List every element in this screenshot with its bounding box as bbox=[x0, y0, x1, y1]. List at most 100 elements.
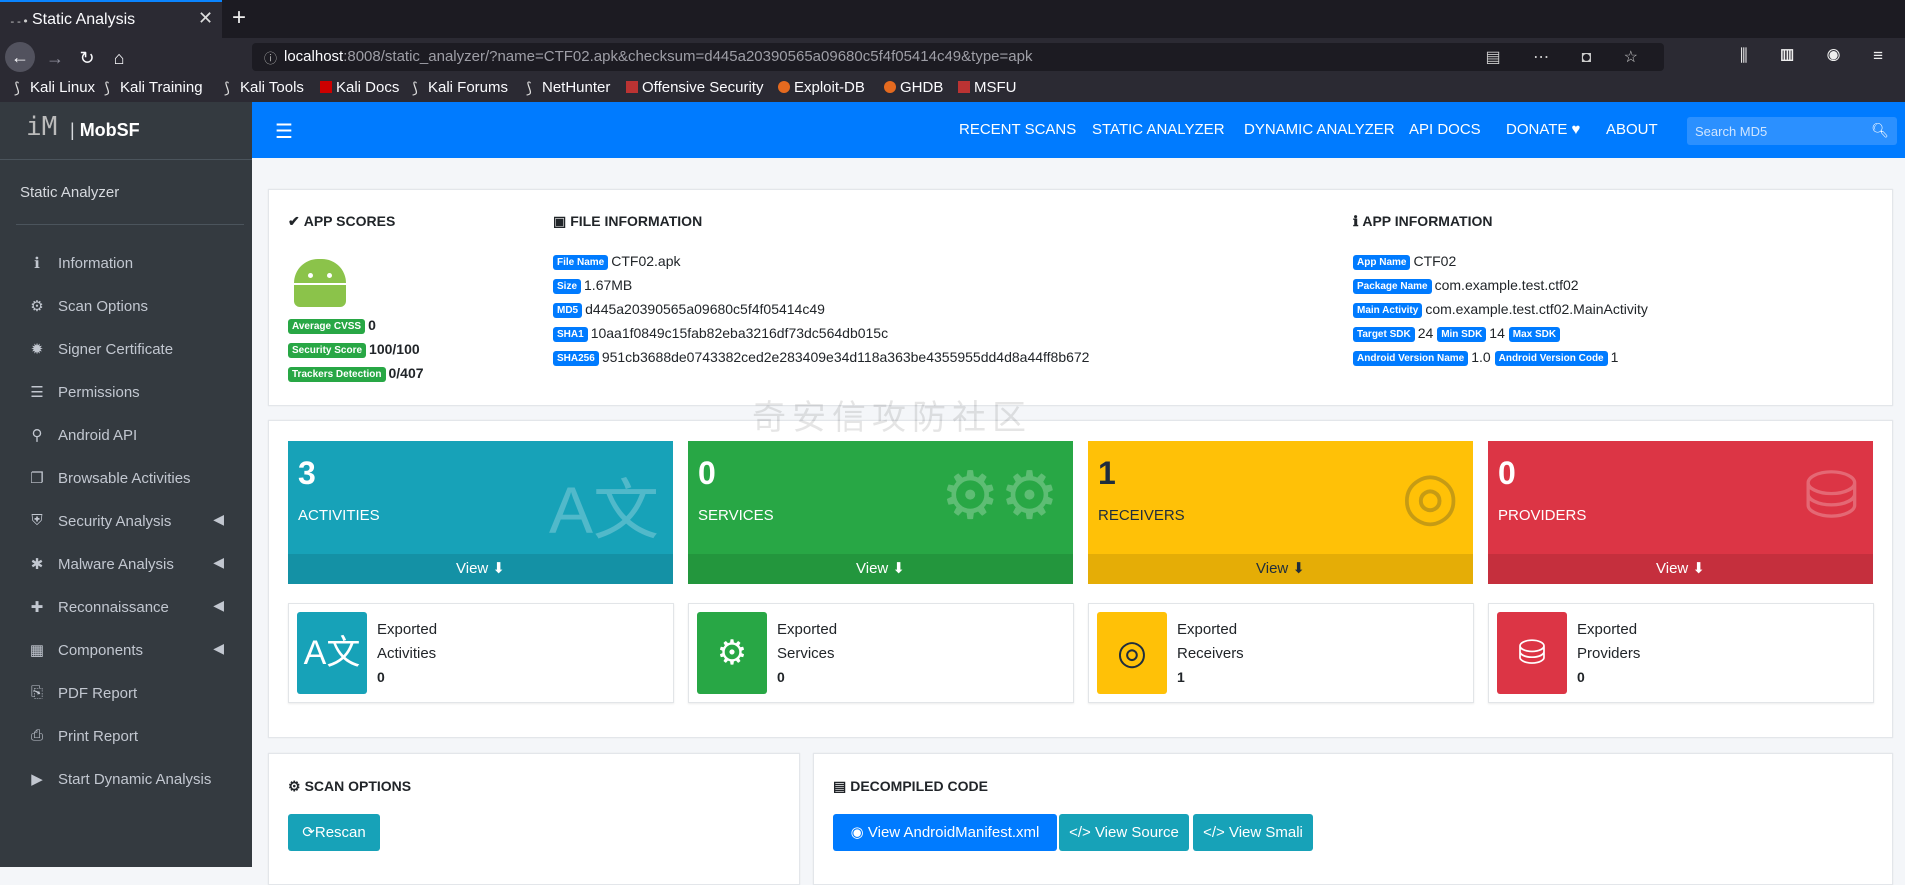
rescan-button[interactable]: ⟳Rescan bbox=[288, 814, 380, 851]
bookmark-kali-docs[interactable]: Kali Docs bbox=[320, 79, 399, 96]
bookmark-kali-tools[interactable]: ⟆ Kali Tools bbox=[224, 79, 304, 97]
bookmark-kali-forums[interactable]: ⟆ Kali Forums bbox=[412, 79, 508, 97]
new-tab-button[interactable]: + bbox=[232, 4, 246, 32]
bookmark-msfu[interactable]: MSFU bbox=[958, 79, 1017, 96]
nav-about[interactable]: ABOUT bbox=[1606, 121, 1658, 138]
sidebar-item-print-report[interactable]: ⎙ Print Report bbox=[28, 722, 248, 752]
target-sdk-value: 24 bbox=[1417, 325, 1434, 341]
sidebar-item-label: Scan Options bbox=[58, 298, 149, 315]
bookmarks-bar: ⟆ Kali Linux ⟆ Kali Training ⟆ Kali Tools K… bbox=[0, 76, 1905, 102]
reload-icon[interactable]: ↻ bbox=[74, 45, 100, 71]
min-sdk-value: 14 bbox=[1489, 325, 1505, 341]
sidebar-item-browsable-activities[interactable]: ❐ Browsable Activities bbox=[28, 464, 248, 494]
sidebar-item-reconnaissance[interactable]: ✚ Reconnaissance ◀ bbox=[28, 593, 248, 623]
sidebar-item-start-dynamic-analysis[interactable]: ▶ Start Dynamic Analysis bbox=[28, 765, 248, 795]
print-icon: ⎙ bbox=[30, 727, 43, 744]
sidebar-item-signer-certificate[interactable]: ✹ Signer Certificate bbox=[28, 335, 248, 365]
arrow-circle-down-icon: ⬇ bbox=[892, 560, 905, 577]
sha256-value: 951cb3688de0743382ced2e283409e34d118a363… bbox=[601, 349, 1090, 365]
sidebar-item-pdf-report[interactable]: ⎘ PDF Report bbox=[28, 679, 248, 709]
brand[interactable]: iM | MobSF bbox=[0, 102, 252, 160]
list-icon: ☰ bbox=[30, 384, 44, 401]
version-code-badge: Android Version Code bbox=[1494, 351, 1608, 366]
tab-favicon-icon: --• bbox=[9, 15, 29, 28]
sidebar-item-scan-options[interactable]: ⚙ Scan Options bbox=[28, 292, 248, 322]
android-logo-icon bbox=[294, 255, 346, 307]
nav-donate[interactable]: DONATE ♥ bbox=[1506, 121, 1580, 138]
site-info-icon[interactable]: ⓘ bbox=[264, 48, 277, 67]
bookmark-kali-linux[interactable]: ⟆ Kali Linux bbox=[14, 79, 95, 97]
view-source-button[interactable]: </> View Source bbox=[1059, 814, 1189, 851]
hamburger-menu-icon[interactable]: ☰ bbox=[275, 119, 293, 144]
sha256-badge: SHA256 bbox=[553, 351, 599, 366]
home-icon[interactable]: ⌂ bbox=[106, 45, 132, 71]
exported-services-box: ⚙ Exported Services 0 bbox=[688, 603, 1074, 703]
brand-name: | MobSF bbox=[70, 120, 140, 141]
nav-recent-scans[interactable]: RECENT SCANS bbox=[959, 121, 1076, 138]
version-code-value: 1 bbox=[1610, 349, 1619, 365]
android-head bbox=[294, 259, 346, 283]
main-activity-value: com.example.test.ctf02.MainActivity bbox=[1425, 301, 1648, 317]
bookmark-nethunter[interactable]: ⟆ NetHunter bbox=[526, 79, 610, 97]
providers-stat-box: 0 PROVIDERS ⛁ View ⬇ bbox=[1488, 441, 1873, 584]
sidebar-item-label: Permissions bbox=[58, 384, 140, 401]
kali-dragon-icon: ⟆ bbox=[224, 80, 230, 97]
arrow-circle-down-icon: ⬇ bbox=[492, 560, 505, 577]
bookmark-ghdb[interactable]: GHDB bbox=[884, 79, 943, 96]
sidebar-item-malware-analysis[interactable]: ✱ Malware Analysis ◀ bbox=[28, 550, 248, 580]
nav-static-analyzer[interactable]: STATIC ANALYZER bbox=[1092, 121, 1225, 138]
url-bar-actions[interactable]: ▤ ⋯ ◘ ☆ bbox=[1486, 47, 1652, 67]
kali-dragon-icon: ⟆ bbox=[14, 80, 20, 97]
view-label: View bbox=[456, 560, 489, 577]
browser-tab[interactable]: --• Static Analysis ✕ bbox=[0, 0, 222, 38]
bookmark-kali-training[interactable]: ⟆ Kali Training bbox=[104, 79, 203, 97]
bookmark-exploit-db[interactable]: Exploit-DB bbox=[778, 79, 865, 96]
search-input[interactable] bbox=[1687, 117, 1867, 145]
exported-type: Activities bbox=[377, 645, 437, 662]
providers-view-link[interactable]: View ⬇ bbox=[1488, 554, 1873, 584]
bookmark-offensive-security[interactable]: Offensive Security bbox=[626, 79, 763, 96]
sidebar-divider bbox=[16, 224, 244, 225]
avg-cvss-badge: Average CVSS bbox=[288, 319, 366, 334]
sidebar-item-components[interactable]: ▦ Components ◀ bbox=[28, 636, 248, 666]
sidebar-item-security-analysis[interactable]: ⛨ Security Analysis ◀ bbox=[28, 507, 248, 537]
back-arrow-icon[interactable]: ← bbox=[5, 42, 35, 72]
version-row: Android Version Name 1.0 Android Version … bbox=[1353, 349, 1618, 366]
android-eye bbox=[308, 273, 313, 278]
security-score-badge: Security Score bbox=[288, 343, 367, 358]
information-card bbox=[268, 189, 1893, 406]
tab-title: Static Analysis bbox=[32, 11, 136, 28]
cogs-icon: ⚙ bbox=[697, 612, 767, 694]
view-smali-button[interactable]: </> View Smali bbox=[1193, 814, 1313, 851]
receivers-count: 1 bbox=[1098, 455, 1116, 491]
url-text[interactable]: localhost:8008/static_analyzer/?name=CTF… bbox=[284, 48, 1032, 65]
manifest-label: View AndroidManifest.xml bbox=[867, 824, 1040, 841]
nav-dynamic-analyzer[interactable]: DYNAMIC ANALYZER bbox=[1244, 121, 1395, 138]
nav-api-docs[interactable]: API DOCS bbox=[1409, 121, 1481, 138]
avg-cvss-value: 0 bbox=[368, 317, 376, 333]
url-bar[interactable]: ⓘ localhost:8008/static_analyzer/?name=C… bbox=[252, 43, 1664, 71]
tab-close-icon[interactable]: ✕ bbox=[198, 8, 213, 29]
search-icon[interactable]: 🔍︎ bbox=[1871, 122, 1889, 139]
app-name-row: App Name CTF02 bbox=[1353, 253, 1456, 270]
sidebar-item-android-api[interactable]: ⚲ Android API bbox=[28, 421, 248, 451]
toolbar-icons[interactable]: ⫼ ▥ ◉ ≡ bbox=[1740, 46, 1897, 66]
package-name-row: Package Name com.example.test.ctf02 bbox=[1353, 277, 1579, 294]
forward-arrow-icon[interactable]: → bbox=[42, 45, 68, 71]
heading-text: FILE INFORMATION bbox=[570, 213, 703, 229]
sidebar-item-permissions[interactable]: ☰ Permissions bbox=[28, 378, 248, 408]
activities-view-link[interactable]: View ⬇ bbox=[288, 554, 673, 584]
sidebar-item-information[interactable]: ℹ Information bbox=[28, 249, 248, 279]
receivers-view-link[interactable]: View ⬇ bbox=[1088, 554, 1473, 584]
play-circle-icon: ▶ bbox=[31, 771, 43, 788]
view-label: View bbox=[1656, 560, 1689, 577]
trackers-badge: Trackers Detection bbox=[288, 367, 386, 382]
security-score-value: 100/100 bbox=[369, 341, 420, 357]
cogs-icon: ⚙⚙ bbox=[940, 458, 1059, 532]
services-view-link[interactable]: View ⬇ bbox=[688, 554, 1073, 584]
providers-label: PROVIDERS bbox=[1498, 507, 1587, 524]
view-manifest-button[interactable]: ◉ View AndroidManifest.xml bbox=[833, 814, 1057, 851]
providers-count: 0 bbox=[1498, 455, 1516, 491]
exported-receivers-box: ◎ Exported Receivers 1 bbox=[1088, 603, 1474, 703]
database-icon: ⛁ bbox=[1803, 458, 1859, 532]
